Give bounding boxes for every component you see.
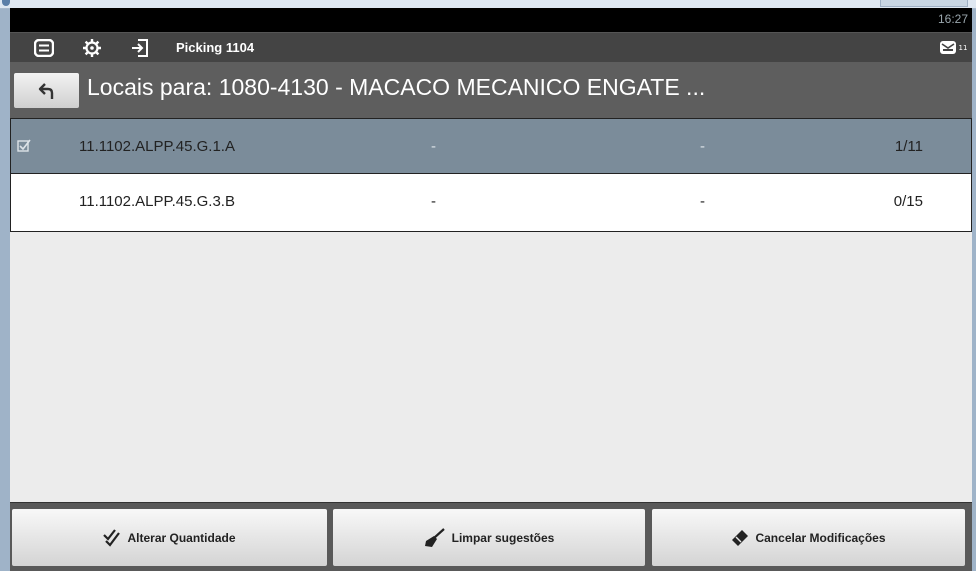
limpar-sugestoes-label: Limpar sugestões <box>451 530 555 545</box>
settings-button[interactable] <box>74 33 110 62</box>
cancelar-modificacoes-button[interactable]: Cancelar Modificações <box>652 509 965 566</box>
screen-title: Picking 1104 <box>176 40 255 55</box>
check-icon <box>17 139 31 152</box>
clock: 16:27 <box>937 12 968 26</box>
status-bar: 16:27 <box>10 8 972 32</box>
row-col3: - <box>700 138 705 155</box>
action-bar: Picking 1104 11 <box>10 32 972 62</box>
menu-button[interactable] <box>26 33 62 62</box>
row-col2: - <box>431 193 436 210</box>
header-bar: Locais para: 1080-4130 - MACACO MECANICO… <box>10 62 972 118</box>
message-icon <box>939 40 956 54</box>
login-icon <box>132 38 148 57</box>
row-col3: - <box>700 193 705 210</box>
list-icon <box>34 38 54 57</box>
header-title: Locais para: 1080-4130 - MACACO MECANICO… <box>87 74 706 100</box>
app-screen: 16:27 Picking 1104 11 Locais para: 1080-… <box>10 8 972 571</box>
row-quantity: 0/15 <box>893 193 923 210</box>
locations-list: 11.1102.ALPP.45.G.1.A - - 1/11 11.1102.A… <box>10 118 972 502</box>
back-button[interactable] <box>14 73 79 108</box>
login-button[interactable] <box>122 33 158 62</box>
list-item[interactable]: 11.1102.ALPP.45.G.1.A - - 1/11 <box>10 118 972 174</box>
messages-button[interactable]: 11 <box>938 33 968 62</box>
list-item[interactable]: 11.1102.ALPP.45.G.3.B - - 0/15 <box>10 174 972 232</box>
location-code: 11.1102.ALPP.45.G.1.A <box>79 138 235 155</box>
gear-icon <box>83 38 101 57</box>
window-controls[interactable] <box>880 0 968 7</box>
double-check-icon <box>103 528 121 547</box>
eraser-icon <box>732 529 749 546</box>
alterar-quantidade-button[interactable]: Alterar Quantidade <box>12 509 327 566</box>
location-code: 11.1102.ALPP.45.G.3.B <box>79 193 235 210</box>
app-window-icon <box>2 0 10 6</box>
limpar-sugestoes-button[interactable]: Limpar sugestões <box>333 509 645 566</box>
back-arrow-icon <box>38 82 53 99</box>
message-count: 11 <box>958 43 968 52</box>
alterar-quantidade-label: Alterar Quantidade <box>127 530 236 545</box>
cancelar-modificacoes-label: Cancelar Modificações <box>755 530 886 545</box>
row-col2: - <box>431 138 436 155</box>
bottom-toolbar: Alterar Quantidade Limpar sugestões Canc… <box>10 502 972 571</box>
row-quantity: 1/11 <box>894 138 923 155</box>
broom-icon <box>424 527 445 547</box>
